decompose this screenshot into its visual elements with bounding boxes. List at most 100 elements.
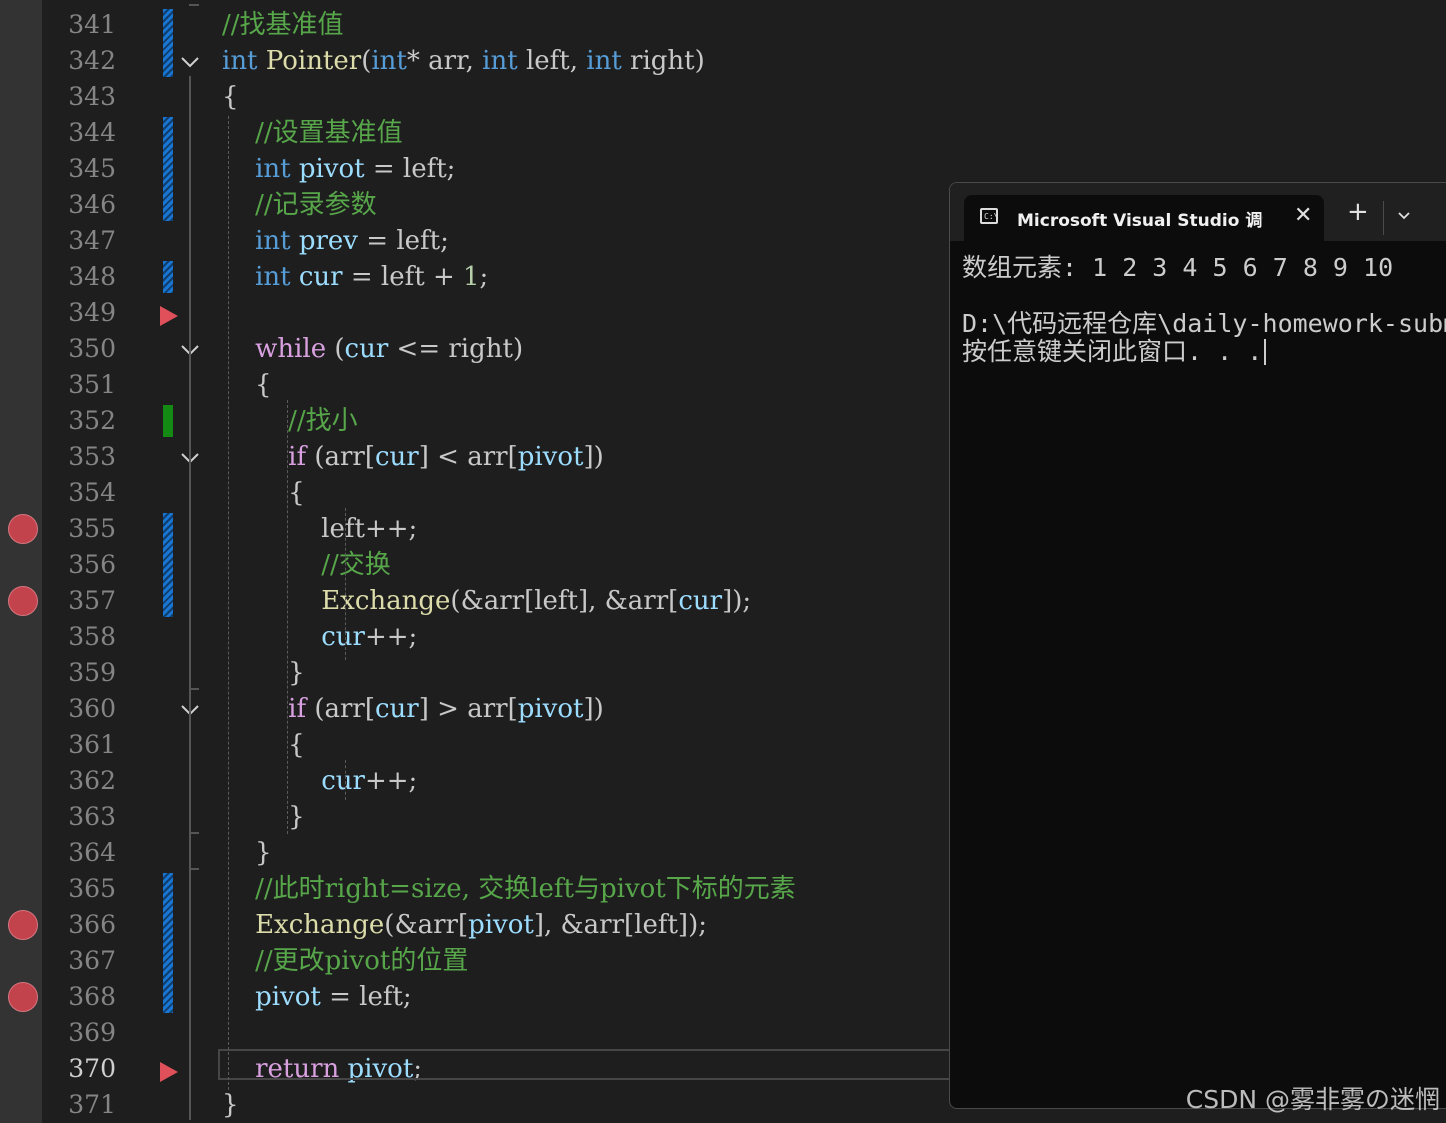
code-token: if xyxy=(288,442,307,472)
code-token: cur xyxy=(375,442,419,472)
line-number: 352 xyxy=(68,406,116,435)
code-token: int xyxy=(371,46,407,76)
code-line[interactable]: //记录参数 xyxy=(222,187,377,223)
code-token: ( xyxy=(326,334,345,364)
breakpoint-icon[interactable] xyxy=(8,514,38,544)
code-line[interactable]: while (cur <= right) xyxy=(222,331,523,367)
line-number: 343 xyxy=(68,82,116,111)
code-token: { xyxy=(222,478,305,508)
code-token: ++; xyxy=(364,766,418,796)
code-line[interactable]: { xyxy=(222,367,272,403)
outline-line xyxy=(189,76,191,1120)
change-indicator xyxy=(163,513,173,617)
change-indicator xyxy=(163,9,173,77)
code-token: ]); xyxy=(722,586,752,616)
next-statement-arrow-icon[interactable] xyxy=(160,306,178,326)
new-tab-button[interactable]: + xyxy=(1347,199,1369,225)
line-number: 367 xyxy=(68,946,116,975)
outline-end-tick xyxy=(189,688,199,690)
code-line[interactable]: cur++; xyxy=(222,763,417,799)
close-icon[interactable]: ✕ xyxy=(1294,203,1312,228)
code-line[interactable]: int pivot = left; xyxy=(222,151,455,187)
code-line[interactable]: left++; xyxy=(222,511,417,547)
code-token: cur xyxy=(321,622,365,652)
code-line[interactable]: //此时right=size, 交换left与pivot下标的元素 xyxy=(222,871,796,907)
code-line[interactable]: int cur = left + 1; xyxy=(222,259,488,295)
code-token: left++; xyxy=(222,514,418,544)
code-line[interactable]: Exchange(&arr[pivot], &arr[left]); xyxy=(222,907,707,943)
code-line[interactable]: } xyxy=(222,799,305,835)
code-line[interactable]: //更改pivot的位置 xyxy=(222,943,468,979)
code-token: ++; xyxy=(364,622,418,652)
code-line[interactable]: //找基准值 xyxy=(222,7,344,43)
code-token: int xyxy=(586,46,622,76)
code-token: ] < arr[ xyxy=(418,442,518,472)
line-number: 348 xyxy=(68,262,116,291)
code-token: } xyxy=(222,802,305,832)
line-number: 347 xyxy=(68,226,116,255)
line-number: 370 xyxy=(68,1054,116,1083)
code-token: cur xyxy=(321,766,365,796)
code-line[interactable]: } xyxy=(222,835,272,871)
code-token: cur xyxy=(678,586,723,616)
code-token: } xyxy=(222,838,272,868)
code-line[interactable]: //找小 xyxy=(222,403,358,439)
breakpoint-icon[interactable] xyxy=(8,982,38,1012)
code-token: cur xyxy=(375,694,419,724)
code-line[interactable]: cur++; xyxy=(222,619,417,655)
code-line[interactable]: //设置基准值 xyxy=(222,115,403,151)
line-number: 341 xyxy=(68,10,116,39)
line-number: 358 xyxy=(68,622,116,651)
code-token: if xyxy=(288,694,307,724)
line-number: 354 xyxy=(68,478,116,507)
breakpoint-icon[interactable] xyxy=(8,586,38,616)
line-number: 364 xyxy=(68,838,116,867)
glyph-margin[interactable] xyxy=(0,0,42,1123)
code-token: = left; xyxy=(320,982,412,1012)
code-token: Exchange xyxy=(321,586,451,616)
code-line[interactable]: { xyxy=(222,727,305,763)
change-indicator xyxy=(163,873,173,1013)
indent-guide xyxy=(287,400,288,834)
code-token: //记录参数 xyxy=(255,190,377,220)
next-statement-arrow-icon[interactable] xyxy=(160,1062,178,1082)
code-line[interactable]: } xyxy=(222,1087,239,1123)
code-token: ] > arr[ xyxy=(418,694,518,724)
code-line[interactable]: { xyxy=(222,79,239,115)
code-token: pivot xyxy=(255,982,321,1012)
line-number: 356 xyxy=(68,550,116,579)
code-line[interactable]: Exchange(&arr[left], &arr[cur]); xyxy=(222,583,751,619)
line-number: 368 xyxy=(68,982,116,1011)
change-indicator xyxy=(163,117,173,221)
code-line[interactable]: int prev = left; xyxy=(222,223,449,259)
code-line[interactable]: if (arr[cur] > arr[pivot]) xyxy=(222,691,604,727)
code-line[interactable]: if (arr[cur] < arr[pivot]) xyxy=(222,439,604,475)
console-tab[interactable]: C:\ Microsoft Visual Studio 调试控制台 ✕ xyxy=(964,195,1324,241)
breakpoint-icon[interactable] xyxy=(8,910,38,940)
watermark: CSDN @雾非雾の迷惘 xyxy=(1185,1085,1440,1114)
code-token: } xyxy=(222,1090,239,1120)
chevron-down-icon[interactable] xyxy=(1394,205,1414,225)
code-line[interactable]: { xyxy=(222,475,305,511)
change-indicator xyxy=(163,261,173,293)
code-line[interactable]: //交换 xyxy=(222,547,391,583)
code-line[interactable]: int Pointer(int* arr, int left, int righ… xyxy=(222,43,705,79)
console-text: 数组元素: 1 2 3 4 5 6 7 8 9 10 xyxy=(962,253,1394,282)
code-line[interactable]: } xyxy=(222,655,305,691)
outline-end-tick xyxy=(189,4,199,6)
code-token: { xyxy=(222,730,305,760)
console-tab-bar: C:\ Microsoft Visual Studio 调试控制台 ✕ + xyxy=(950,183,1446,241)
debug-console-window[interactable]: C:\ Microsoft Visual Studio 调试控制台 ✕ + 数组… xyxy=(949,182,1446,1109)
code-line[interactable]: pivot = left; xyxy=(222,979,412,1015)
chevron-down-icon[interactable] xyxy=(177,49,203,75)
code-token: = left + xyxy=(342,262,463,292)
